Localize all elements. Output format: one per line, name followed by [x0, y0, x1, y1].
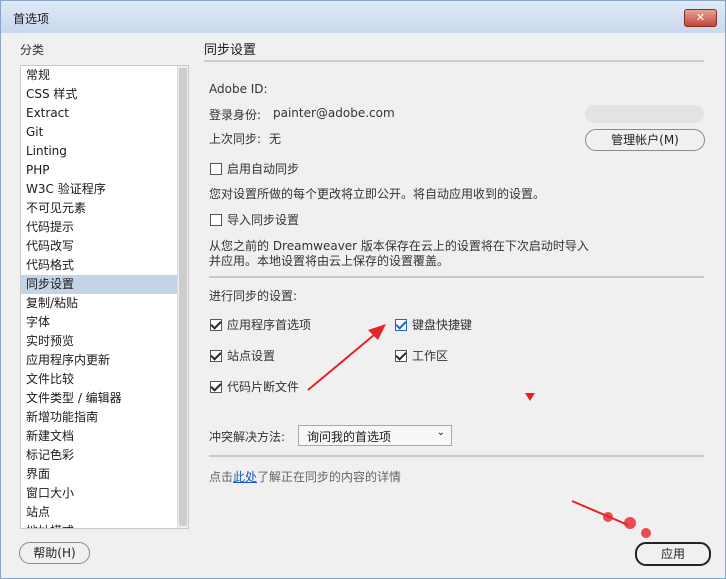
conflict-select-value: 询问我的首选项 [307, 430, 392, 444]
category-item[interactable]: 不可见元素 [21, 199, 188, 218]
site-settings-label: 站点设置 [227, 349, 276, 363]
adobe-id-label: Adobe ID: [209, 82, 268, 96]
login-label: 登录身份: [209, 108, 262, 122]
account-status-bar [585, 105, 704, 123]
category-item[interactable]: 新增功能指南 [21, 408, 188, 427]
details-suffix: 了解正在同步的内容的详情 [257, 470, 402, 484]
category-item[interactable]: 窗口大小 [21, 484, 188, 503]
category-item[interactable]: 地址模式 [21, 522, 188, 528]
code-snippets-label: 代码片断文件 [227, 380, 300, 394]
dialog-body: 分类 常规 CSS 样式 Extract Git Linting PHP W3C 验证程序不… [8, 33, 718, 571]
window-title: 首选项 [13, 12, 50, 26]
details-prefix: 点击 [209, 470, 234, 484]
auto-sync-checkbox[interactable] [210, 163, 222, 175]
category-item[interactable]: Git [21, 123, 188, 142]
category-item[interactable]: 实时预览 [21, 332, 188, 351]
last-sync-label: 上次同步: [209, 132, 262, 146]
category-item[interactable]: 同步设置 [21, 275, 188, 294]
category-item[interactable]: Extract [21, 104, 188, 123]
category-item[interactable]: PHP [21, 161, 188, 180]
import-sync-label: 导入同步设置 [227, 213, 300, 227]
app-prefs-checkbox[interactable] [210, 319, 222, 331]
category-scrollbar[interactable] [177, 66, 188, 528]
annotation-arrow-apply [571, 500, 651, 538]
site-settings-checkbox[interactable] [210, 350, 222, 362]
title-bar: 首选项 ✕ [1, 1, 725, 33]
category-item[interactable]: 字体 [21, 313, 188, 332]
conflict-label: 冲突解决方法: [209, 430, 286, 444]
workspace-label: 工作区 [412, 349, 449, 363]
category-item[interactable]: 文件比较 [21, 370, 188, 389]
chevron-down-icon: ⌄ [436, 427, 445, 438]
annotation-arrow [307, 324, 386, 391]
annotation-marker [525, 393, 535, 401]
category-item[interactable]: 新建文档 [21, 427, 188, 446]
category-item[interactable]: 标记色彩 [21, 446, 188, 465]
category-label: 分类 [20, 43, 45, 57]
details-text: 点击此处了解正在同步的内容的详情 [209, 468, 401, 485]
category-item[interactable]: 文件类型 / 编辑器 [21, 389, 188, 408]
category-item[interactable]: 复制/粘贴 [21, 294, 188, 313]
category-item[interactable]: 代码改写 [21, 237, 188, 256]
category-item[interactable]: CSS 样式 [21, 85, 188, 104]
manage-account-button[interactable]: 管理帐户(M) [585, 129, 705, 151]
category-list[interactable]: 常规 CSS 样式 Extract Git Linting PHP W3C 验证程序 不可见元… [20, 65, 189, 529]
category-items: 常规 CSS 样式 Extract Git Linting PHP W3C 验证程序 不可见元… [21, 66, 188, 528]
login-value: painter@adobe.com [273, 106, 395, 120]
auto-sync-description: 您对设置所做的每个更改将立即公开。将自动应用收到的设置。 [209, 187, 546, 201]
last-sync-value: 无 [269, 132, 282, 146]
import-sync-checkbox[interactable] [210, 214, 222, 226]
category-item[interactable]: 常规 [21, 66, 188, 85]
section-divider [209, 276, 704, 278]
category-item[interactable]: 站点 [21, 503, 188, 522]
page-title: 同步设置 [204, 43, 257, 58]
close-button[interactable]: ✕ [684, 9, 717, 27]
scroll-thumb[interactable] [179, 68, 187, 526]
category-item[interactable]: Linting [21, 142, 188, 161]
conflict-select[interactable]: 询问我的首选项 ⌄ [298, 425, 452, 446]
category-item[interactable]: 应用程序内更新 [21, 351, 188, 370]
preferences-window: 首选项 ✕ 分类 常规 CSS 样式 Extract Git Linting PHP W3C… [0, 0, 726, 579]
header-divider [204, 60, 704, 62]
sync-settings-label: 进行同步的设置: [209, 289, 298, 303]
category-item[interactable]: 代码格式 [21, 256, 188, 275]
code-snippets-checkbox[interactable] [210, 381, 222, 393]
keyboard-shortcuts-label: 键盘快捷键 [412, 318, 473, 332]
details-link[interactable]: 此处 [233, 470, 257, 484]
import-description-line2: 并应用。本地设置将由云上保存的设置覆盖。 [209, 254, 450, 268]
close-icon: ✕ [695, 11, 706, 24]
category-item[interactable]: 界面 [21, 465, 188, 484]
help-button[interactable]: 帮助(H) [19, 542, 90, 564]
auto-sync-label: 启用自动同步 [227, 162, 300, 176]
category-item[interactable]: W3C 验证程序 [21, 180, 188, 199]
category-item[interactable]: 代码提示 [21, 218, 188, 237]
section-divider [209, 455, 704, 457]
